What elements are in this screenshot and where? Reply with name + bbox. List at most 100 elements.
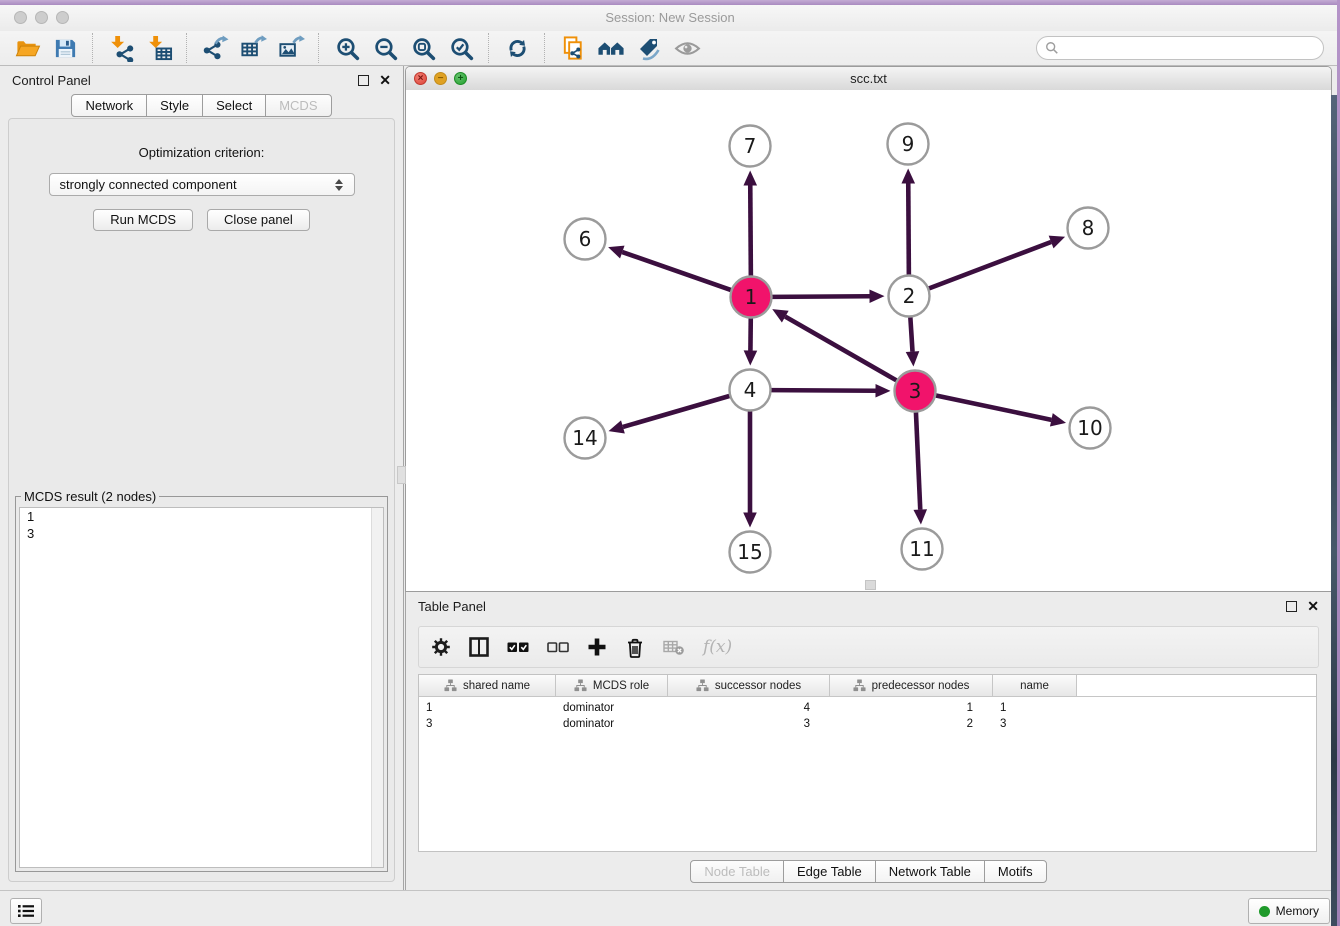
column-header-predecessor-nodes[interactable]: predecessor nodes bbox=[830, 675, 993, 696]
edge-1-2[interactable] bbox=[772, 296, 869, 297]
edge-3-11[interactable] bbox=[916, 412, 920, 509]
mcds-result-box[interactable]: 13 bbox=[19, 507, 384, 868]
eye-button[interactable] bbox=[671, 33, 703, 64]
canvas-scroll-grip[interactable] bbox=[865, 580, 876, 590]
close-table-panel-icon[interactable]: ✕ bbox=[1307, 599, 1319, 613]
table-cell[interactable]: 1 bbox=[993, 702, 1077, 714]
network-window-titlebar[interactable]: × − + scc.txt bbox=[406, 67, 1331, 91]
function-builder-button[interactable]: f(x) bbox=[703, 637, 732, 657]
table-cell[interactable]: dominator bbox=[556, 718, 668, 730]
column-header-shared-name[interactable]: shared name bbox=[419, 675, 556, 696]
open-session-button[interactable] bbox=[11, 33, 43, 64]
tab-motifs[interactable]: Motifs bbox=[984, 860, 1047, 883]
select-all-columns-button[interactable] bbox=[507, 640, 529, 654]
edge-3-1[interactable] bbox=[785, 317, 896, 381]
table-row[interactable]: 3dominator323 bbox=[419, 716, 1316, 732]
column-header-label: successor nodes bbox=[715, 680, 801, 692]
edge-arrowhead bbox=[743, 513, 757, 528]
settings-gear-button[interactable] bbox=[431, 637, 451, 657]
edge-arrowhead bbox=[743, 170, 757, 185]
search-input[interactable] bbox=[1059, 40, 1315, 56]
export-image-button[interactable] bbox=[275, 33, 307, 64]
float-panel-icon[interactable] bbox=[358, 75, 369, 86]
tab-select[interactable]: Select bbox=[202, 94, 266, 117]
column-header-label: shared name bbox=[463, 680, 530, 692]
column-header-name[interactable]: name bbox=[993, 675, 1077, 696]
style-tag-button[interactable] bbox=[633, 33, 665, 64]
delete-column-button[interactable] bbox=[625, 637, 645, 658]
zoom-selected-button[interactable] bbox=[445, 33, 477, 64]
network-canvas[interactable]: 7968124314101511 bbox=[406, 90, 1331, 591]
tab-mcds[interactable]: MCDS bbox=[265, 94, 331, 117]
tab-node-table[interactable]: Node Table bbox=[690, 860, 784, 883]
list-icon bbox=[17, 903, 35, 919]
zoom-out-button[interactable] bbox=[369, 33, 401, 64]
table-cell[interactable]: 1 bbox=[419, 702, 556, 714]
edge-2-8[interactable] bbox=[929, 242, 1051, 288]
refresh-layout-button[interactable] bbox=[501, 33, 533, 64]
table-cell[interactable]: 3 bbox=[419, 718, 556, 730]
tab-network[interactable]: Network bbox=[71, 94, 147, 117]
graph-node-label: 11 bbox=[909, 537, 934, 561]
table-cell[interactable]: dominator bbox=[556, 702, 668, 714]
run-mcds-button[interactable]: Run MCDS bbox=[93, 209, 193, 231]
node-table[interactable]: shared name MCDS role successor nodes prede… bbox=[418, 674, 1317, 852]
column-header-successor-nodes[interactable]: successor nodes bbox=[668, 675, 830, 696]
edge-2-3[interactable] bbox=[910, 317, 912, 351]
import-table-button[interactable] bbox=[143, 33, 175, 64]
edge-4-14[interactable] bbox=[623, 396, 729, 427]
eye-icon bbox=[674, 36, 701, 61]
tab-edge-table[interactable]: Edge Table bbox=[783, 860, 876, 883]
table-cell[interactable]: 4 bbox=[668, 702, 830, 714]
export-network-button[interactable] bbox=[199, 33, 231, 64]
export-table-button[interactable] bbox=[237, 33, 269, 64]
table-row[interactable]: 1dominator411 bbox=[419, 700, 1316, 716]
close-panel-button[interactable]: Close panel bbox=[207, 209, 310, 231]
dropdown-stepper-icon bbox=[330, 179, 354, 191]
table-cell[interactable]: 1 bbox=[830, 702, 993, 714]
save-session-button[interactable] bbox=[49, 33, 81, 64]
add-column-button[interactable] bbox=[587, 637, 607, 657]
edge-2-9[interactable] bbox=[908, 183, 909, 274]
delete-table-button[interactable] bbox=[663, 638, 685, 656]
import-network-button[interactable] bbox=[105, 33, 137, 64]
edge-4-3[interactable] bbox=[771, 390, 875, 391]
tab-network-table[interactable]: Network Table bbox=[875, 860, 985, 883]
app-window: { "window": { "title": "Session: New Ses… bbox=[0, 0, 1340, 926]
network-graph[interactable]: 7968124314101511 bbox=[406, 90, 1331, 591]
float-table-panel-icon[interactable] bbox=[1286, 601, 1297, 612]
table-cell[interactable]: 2 bbox=[830, 718, 993, 730]
mcds-result-line: 1 bbox=[20, 508, 383, 525]
minimize-network-button[interactable]: − bbox=[434, 72, 447, 85]
column-layout-button[interactable] bbox=[469, 637, 489, 657]
panel-divider-grip[interactable] bbox=[397, 466, 406, 484]
memory-button[interactable]: Memory bbox=[1248, 898, 1330, 924]
close-panel-icon[interactable]: ✕ bbox=[379, 73, 391, 87]
result-scrollbar[interactable] bbox=[371, 508, 383, 867]
memory-label: Memory bbox=[1276, 904, 1319, 918]
optimization-criterion-label: Optimization criterion: bbox=[9, 145, 394, 160]
edge-1-7[interactable] bbox=[750, 185, 751, 275]
optimization-criterion-dropdown[interactable]: strongly connected component bbox=[49, 173, 355, 196]
search-field[interactable] bbox=[1036, 36, 1324, 60]
table-header-row: shared name MCDS role successor nodes prede… bbox=[419, 675, 1316, 697]
edge-3-10[interactable] bbox=[936, 395, 1051, 419]
network-window-title: scc.txt bbox=[406, 67, 1331, 90]
tab-style[interactable]: Style bbox=[146, 94, 203, 117]
home-button[interactable] bbox=[595, 33, 627, 64]
zoom-in-button[interactable] bbox=[331, 33, 363, 64]
edge-1-6[interactable] bbox=[622, 252, 730, 290]
table-cell[interactable]: 3 bbox=[668, 718, 830, 730]
deselect-all-columns-button[interactable] bbox=[547, 640, 569, 654]
dropdown-value: strongly connected component bbox=[60, 177, 330, 192]
edge-arrowhead bbox=[608, 246, 624, 259]
column-header-MCDS-role[interactable]: MCDS role bbox=[556, 675, 668, 696]
close-network-button[interactable]: × bbox=[414, 72, 427, 85]
clone-network-button[interactable] bbox=[557, 33, 589, 64]
zoom-fit-button[interactable] bbox=[407, 33, 439, 64]
table-cell[interactable]: 3 bbox=[993, 718, 1077, 730]
edge-arrowhead bbox=[609, 420, 625, 433]
graph-node-label: 9 bbox=[902, 132, 915, 156]
task-history-button[interactable] bbox=[10, 898, 42, 924]
maximize-network-button[interactable]: + bbox=[454, 72, 467, 85]
